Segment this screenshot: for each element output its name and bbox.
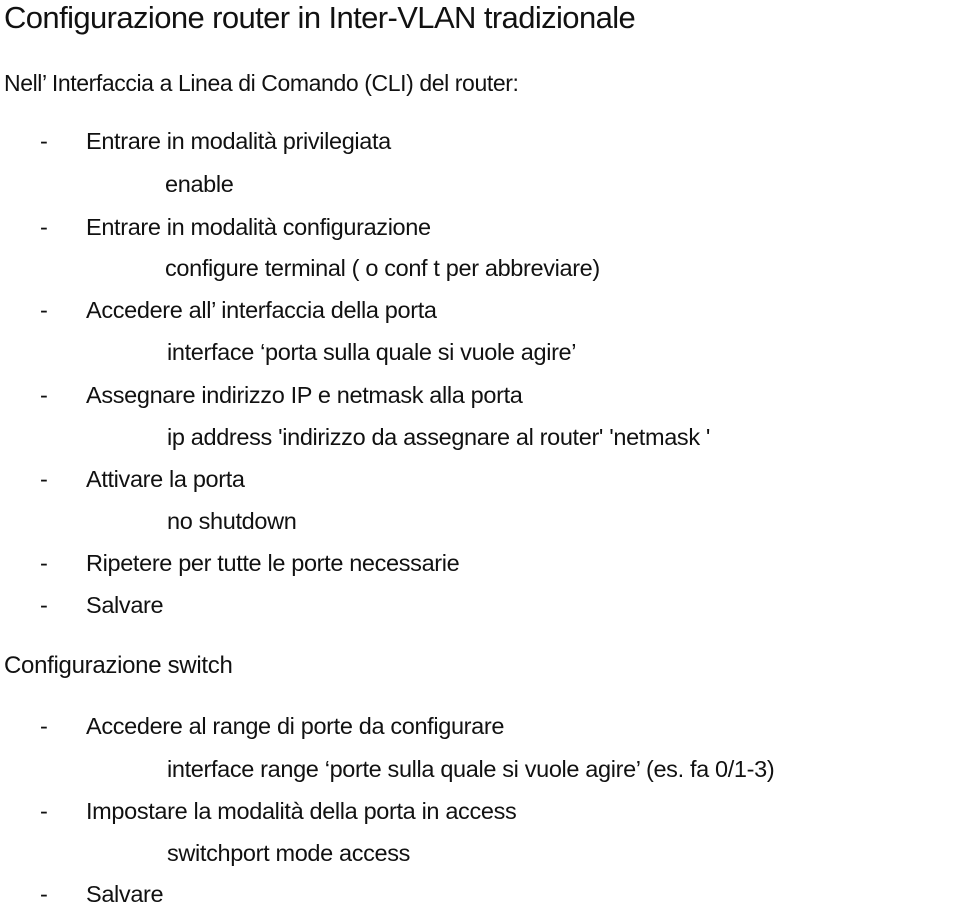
step-text: Entrare in modalità configurazione: [86, 214, 431, 240]
bullet-dash: -: [40, 466, 48, 492]
router-command-3: interface ‘porta sulla quale si vuole ag…: [167, 339, 577, 365]
router-command-1: enable: [165, 171, 234, 197]
bullet-dash: -: [40, 881, 48, 907]
router-step-6: - Ripetere per tutte le porte necessarie: [40, 550, 460, 576]
step-text: Attivare la porta: [86, 466, 245, 492]
page-title: Configurazione router in Inter-VLAN trad…: [4, 0, 636, 35]
router-step-1: - Entrare in modalità privilegiata: [40, 128, 391, 154]
step-text: Salvare: [86, 592, 164, 618]
bullet-dash: -: [40, 214, 48, 240]
router-command-5: no shutdown: [167, 508, 297, 534]
router-command-4: ip address 'indirizzo da assegnare al ro…: [167, 424, 711, 450]
bullet-dash: -: [40, 592, 48, 618]
step-text: Impostare la modalità della porta in acc…: [86, 798, 517, 824]
step-text: Entrare in modalità privilegiata: [86, 128, 391, 154]
bullet-dash: -: [40, 798, 48, 824]
router-step-2: - Entrare in modalità configurazione: [40, 214, 431, 240]
bullet-dash: -: [40, 128, 48, 154]
router-step-4: - Assegnare indirizzo IP e netmask alla p…: [40, 382, 523, 408]
switch-step-2: - Impostare la modalità della porta in ac…: [40, 798, 517, 824]
bullet-dash: -: [40, 297, 48, 323]
switch-step-3: - Salvare: [40, 881, 164, 907]
switch-section-heading: Configurazione switch: [4, 652, 233, 679]
step-text: Accedere all’ interfaccia della porta: [86, 297, 437, 323]
bullet-dash: -: [40, 550, 48, 576]
router-section-intro: Nell’ Interfaccia a Linea di Comando (CL…: [4, 70, 519, 96]
step-text: Ripetere per tutte le porte necessarie: [86, 550, 460, 576]
router-step-5: - Attivare la porta: [40, 466, 245, 492]
step-text: Accedere al range di porte da configurar…: [86, 713, 505, 739]
router-step-3: - Accedere all’ interfaccia della porta: [40, 297, 437, 323]
router-step-7: - Salvare: [40, 592, 164, 618]
switch-command-1: interface range ‘porte sulla quale si vu…: [167, 756, 775, 782]
bullet-dash: -: [40, 382, 48, 408]
switch-command-2: switchport mode access: [167, 840, 411, 866]
bullet-dash: -: [40, 713, 48, 739]
step-text: Salvare: [86, 881, 164, 907]
step-text: Assegnare indirizzo IP e netmask alla po…: [86, 382, 523, 408]
switch-step-1: - Accedere al range di porte da configura…: [40, 713, 505, 739]
router-command-2: configure terminal ( o conf t per abbrev…: [165, 255, 600, 281]
